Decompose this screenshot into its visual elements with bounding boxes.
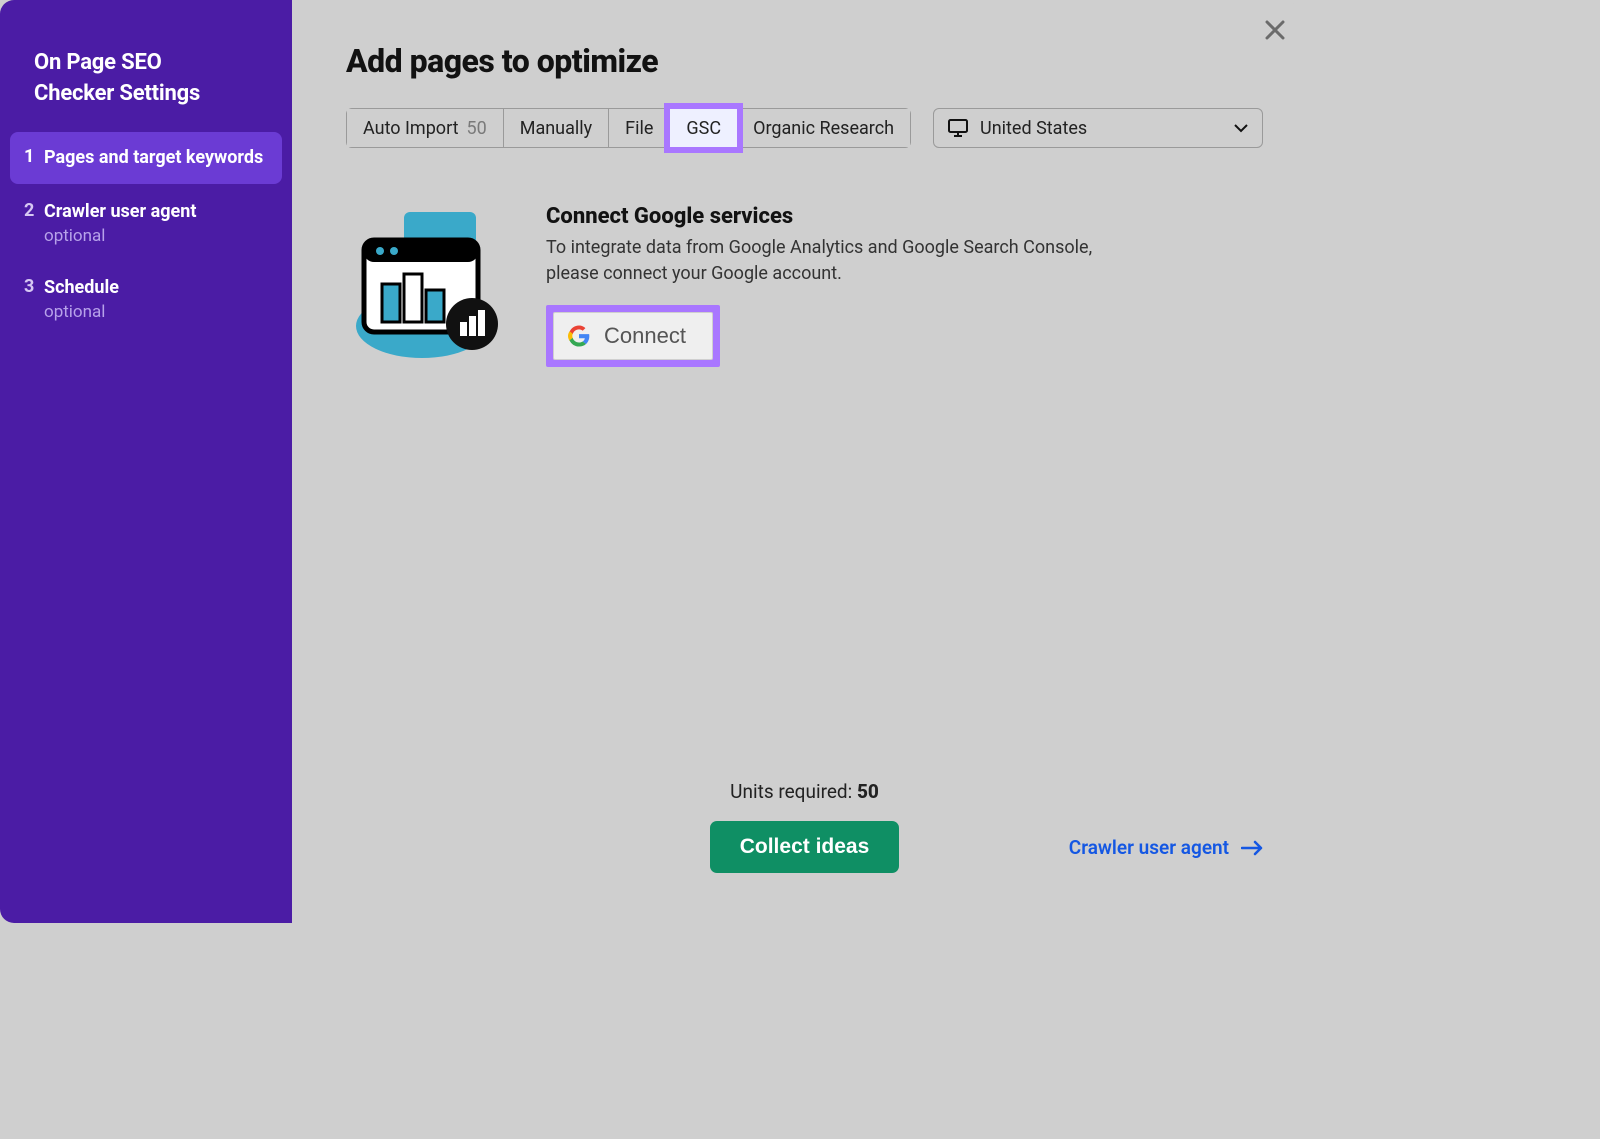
step-number: 3 — [24, 276, 44, 297]
tab-label: Organic Research — [753, 118, 894, 139]
step-number: 2 — [24, 200, 44, 221]
connect-heading: Connect Google services — [546, 204, 1106, 229]
google-logo-icon — [568, 325, 590, 347]
connect-button-label: Connect — [604, 323, 686, 349]
step-label: Schedule — [44, 276, 264, 300]
next-step-label: Crawler user agent — [1069, 836, 1229, 859]
connect-section: Connect Google services To integrate dat… — [346, 204, 1263, 367]
units-required: Units required: 50 — [730, 780, 879, 803]
tab-label: Manually — [520, 118, 592, 139]
connect-button-highlight: Connect — [546, 305, 720, 367]
analytics-illustration — [346, 204, 516, 364]
connect-text: Connect Google services To integrate dat… — [546, 204, 1106, 367]
main-panel: Add pages to optimize Auto Import 50 Man… — [292, 0, 1298, 923]
tab-label: Auto Import — [363, 118, 459, 139]
units-value: 50 — [857, 780, 879, 803]
step-number: 1 — [24, 146, 44, 167]
collect-ideas-button[interactable]: Collect ideas — [710, 821, 900, 873]
country-select[interactable]: United States — [933, 108, 1263, 148]
tab-gsc[interactable]: GSC — [670, 109, 737, 147]
source-tabs: Auto Import 50 Manually File GSC Organic… — [346, 108, 911, 148]
step-sublabel: optional — [44, 302, 264, 322]
connect-google-button[interactable]: Connect — [553, 312, 713, 360]
footer: Units required: 50 Collect ideas Crawler… — [346, 780, 1263, 893]
units-label: Units required: — [730, 780, 857, 803]
step-sublabel: optional — [44, 226, 264, 246]
tab-label: File — [625, 118, 653, 139]
step-label: Pages and target keywords — [44, 146, 264, 170]
controls-row: Auto Import 50 Manually File GSC Organic… — [346, 108, 1263, 148]
page-title: Add pages to optimize — [346, 42, 1263, 80]
country-label: United States — [980, 118, 1087, 139]
close-button[interactable] — [1259, 14, 1291, 46]
step-crawler-user-agent[interactable]: 2 Crawler user agent optional — [10, 186, 282, 260]
tab-label: GSC — [686, 118, 721, 139]
settings-sidebar: On Page SEO Checker Settings 1 Pages and… — [0, 0, 292, 923]
sidebar-title-line2: Checker Settings — [34, 81, 200, 106]
sidebar-title: On Page SEO Checker Settings — [10, 48, 282, 132]
tab-organic-research[interactable]: Organic Research — [737, 109, 910, 147]
chevron-down-icon — [1234, 124, 1248, 133]
sidebar-title-line1: On Page SEO — [34, 50, 162, 75]
app-root: On Page SEO Checker Settings 1 Pages and… — [0, 0, 1298, 923]
next-step-link[interactable]: Crawler user agent — [1069, 836, 1263, 859]
tab-manually[interactable]: Manually — [504, 109, 609, 147]
tab-file[interactable]: File — [609, 109, 670, 147]
tab-count: 50 — [467, 118, 487, 139]
tab-auto-import[interactable]: Auto Import 50 — [347, 109, 504, 147]
step-pages-keywords[interactable]: 1 Pages and target keywords — [10, 132, 282, 184]
step-label: Crawler user agent — [44, 200, 264, 224]
close-icon — [1264, 19, 1286, 41]
step-schedule[interactable]: 3 Schedule optional — [10, 262, 282, 336]
connect-description: To integrate data from Google Analytics … — [546, 235, 1106, 287]
arrow-right-icon — [1241, 840, 1263, 856]
desktop-icon — [948, 119, 968, 137]
